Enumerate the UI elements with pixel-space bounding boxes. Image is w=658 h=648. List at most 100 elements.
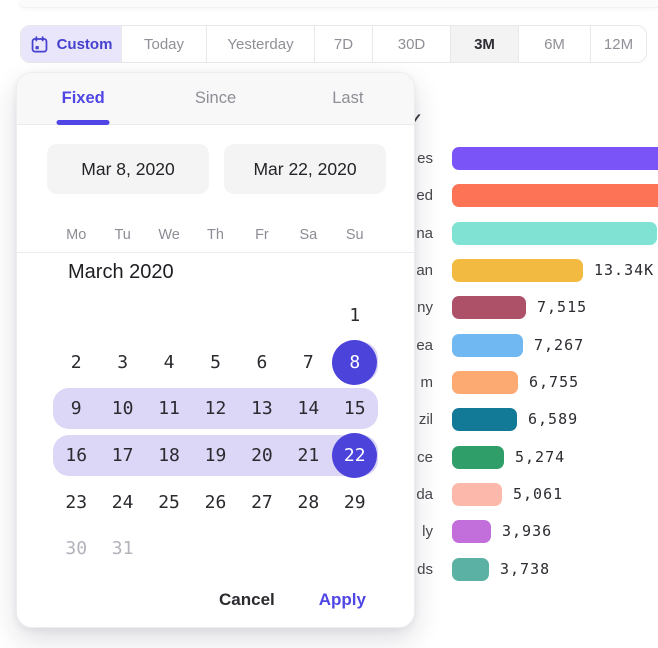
weekday-label-fr: Fr (239, 217, 285, 252)
tab-last[interactable]: Last (282, 73, 414, 124)
calendar-day-14[interactable]: 14 (285, 385, 331, 432)
calendar-day-15[interactable]: 15 (332, 385, 378, 432)
calendar-empty-cell (239, 525, 285, 572)
chart-label: ea (416, 334, 433, 357)
calendar-day-20[interactable]: 20 (239, 432, 285, 479)
calendar-day-5[interactable]: 5 (192, 339, 238, 386)
calendar-day-13[interactable]: 13 (239, 385, 285, 432)
chart-value: 5,274 (515, 446, 565, 469)
calendar-week-row: 16171819202122 (17, 432, 414, 479)
chart-bar[interactable] (452, 371, 518, 394)
chart-bar[interactable] (452, 483, 502, 506)
chart-bar[interactable] (452, 259, 583, 282)
selected-day-circle: 8 (332, 340, 377, 385)
calendar-day-9[interactable]: 9 (53, 385, 99, 432)
calendar-day-11[interactable]: 11 (146, 385, 192, 432)
calendar-day-3[interactable]: 3 (99, 339, 145, 386)
chart-label: ed (416, 184, 433, 207)
calendar-grid: 1234567891011121314151617181920212223242… (17, 292, 414, 572)
calendar-day-29[interactable]: 29 (332, 479, 378, 526)
weekday-label-sa: Sa (285, 217, 331, 252)
calendar-empty-cell (53, 292, 99, 339)
calendar-week-row: 23242526272829 (17, 479, 414, 526)
date-picker-tabs: FixedSinceLast (17, 73, 414, 125)
cancel-button[interactable]: Cancel (219, 590, 275, 610)
chart-bar[interactable] (452, 520, 491, 543)
chart-label: da (416, 483, 433, 506)
calendar-day-23[interactable]: 23 (53, 479, 99, 526)
chart-value: 5,061 (513, 483, 563, 506)
calendar-day-16[interactable]: 16 (53, 432, 99, 479)
month-title: March 2020 (68, 261, 174, 284)
calendar-day-19[interactable]: 19 (192, 432, 238, 479)
weekday-label-we: We (146, 217, 192, 252)
chart-label: ny (417, 296, 433, 319)
chart-label: m (421, 371, 434, 394)
end-date-field[interactable]: Mar 22, 2020 (224, 144, 386, 194)
calendar-day-18[interactable]: 18 (146, 432, 192, 479)
calendar-empty-cell (146, 292, 192, 339)
chart-value: 3,738 (500, 558, 550, 581)
chart-bar[interactable] (452, 184, 658, 207)
picker-footer: Cancel Apply (219, 590, 366, 610)
date-picker-popup: FixedSinceLast Mar 8, 2020 Mar 22, 2020 … (16, 72, 415, 628)
apply-button[interactable]: Apply (319, 590, 366, 610)
chart-label: ce (417, 446, 433, 469)
calendar-empty-cell (99, 292, 145, 339)
calendar-empty-cell (192, 525, 238, 572)
weekday-label-mo: Mo (53, 217, 99, 252)
chart-value: 7,515 (537, 296, 587, 319)
calendar-day-24[interactable]: 24 (99, 479, 145, 526)
chart-bar[interactable] (452, 408, 517, 431)
calendar-week-row: 1 (17, 292, 414, 339)
calendar-day-17[interactable]: 17 (99, 432, 145, 479)
calendar-day-25[interactable]: 25 (146, 479, 192, 526)
calendar-empty-cell (285, 292, 331, 339)
chart-label: ly (422, 520, 433, 543)
calendar-day-30[interactable]: 30 (53, 525, 99, 572)
chart-bar[interactable] (452, 222, 657, 245)
calendar-day-22[interactable]: 22 (332, 432, 378, 479)
calendar-day-28[interactable]: 28 (285, 479, 331, 526)
weekday-label-th: Th (192, 217, 238, 252)
chart-bar[interactable] (452, 147, 658, 170)
calendar-day-31[interactable]: 31 (99, 525, 145, 572)
calendar-week-row: 9101112131415 (17, 385, 414, 432)
calendar-day-7[interactable]: 7 (285, 339, 331, 386)
chart-bar[interactable] (452, 558, 489, 581)
calendar-empty-cell (332, 525, 378, 572)
weekday-label-tu: Tu (99, 217, 145, 252)
selected-day-circle: 22 (332, 433, 377, 478)
calendar-day-10[interactable]: 10 (99, 385, 145, 432)
calendar-week-row: 2345678 (17, 339, 414, 386)
chart-label: zil (419, 408, 433, 431)
start-date-field[interactable]: Mar 8, 2020 (47, 144, 209, 194)
calendar-day-12[interactable]: 12 (192, 385, 238, 432)
calendar-day-27[interactable]: 27 (239, 479, 285, 526)
tab-since[interactable]: Since (149, 73, 281, 124)
chart-bar[interactable] (452, 334, 523, 357)
chart-value: 13.34K (594, 259, 654, 282)
weekday-label-su: Su (332, 217, 378, 252)
chart-value: 6,755 (529, 371, 579, 394)
calendar-day-4[interactable]: 4 (146, 339, 192, 386)
calendar-day-1[interactable]: 1 (332, 292, 378, 339)
chart-bar[interactable] (452, 446, 504, 469)
calendar-day-26[interactable]: 26 (192, 479, 238, 526)
chart-label: na (416, 222, 433, 245)
calendar-empty-cell (146, 525, 192, 572)
weekday-header-row: MoTuWeThFrSaSu (17, 217, 414, 253)
chart-label: es (417, 147, 433, 170)
calendar-day-6[interactable]: 6 (239, 339, 285, 386)
calendar-empty-cell (285, 525, 331, 572)
chart-bar[interactable] (452, 296, 526, 319)
calendar-day-21[interactable]: 21 (285, 432, 331, 479)
calendar-day-2[interactable]: 2 (53, 339, 99, 386)
calendar-week-row: 3031 (17, 525, 414, 572)
date-inputs-row: Mar 8, 2020 Mar 22, 2020 (17, 144, 414, 194)
chart-value: 7,267 (534, 334, 584, 357)
chart-value: 3,936 (502, 520, 552, 543)
tab-fixed[interactable]: Fixed (17, 73, 149, 124)
calendar-day-8[interactable]: 8 (332, 339, 378, 386)
calendar-empty-cell (192, 292, 238, 339)
